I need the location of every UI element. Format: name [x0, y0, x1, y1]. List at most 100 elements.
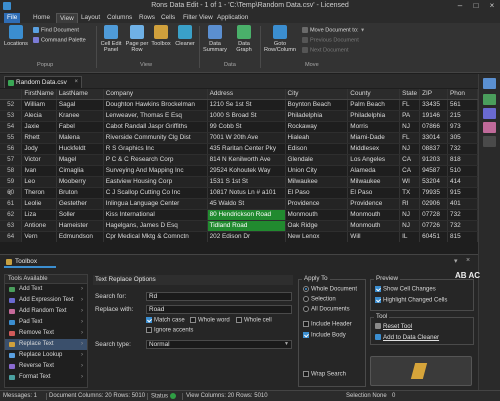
table-cell[interactable]: Surveying And Mapping Inc: [103, 165, 208, 178]
table-cell[interactable]: William: [21, 99, 57, 112]
table-row[interactable]: 61 Leolie Gestether Inlingua Language Cente…: [0, 198, 478, 211]
table-cell[interactable]: Mooberry: [56, 176, 104, 189]
cell-edit-icon[interactable]: [483, 94, 496, 105]
table-cell[interactable]: Rhett: [21, 132, 57, 145]
table-cell[interactable]: 732: [447, 220, 478, 233]
tool-item[interactable]: Pad Text ›: [5, 317, 87, 328]
table-row[interactable]: 64 Vern Edmundson Cpr Medical Mktg & Comnct…: [0, 231, 478, 242]
scroll-left-icon[interactable]: ‹: [8, 185, 12, 199]
include-body-checkbox[interactable]: Include Body: [303, 332, 346, 339]
menu-columns[interactable]: Columns: [104, 13, 135, 23]
row-number-cell[interactable]: 57: [0, 154, 23, 167]
table-cell[interactable]: 79935: [419, 187, 449, 200]
table-cell[interactable]: Eastview Housing Corp: [103, 176, 208, 189]
table-cell[interactable]: 815: [447, 231, 478, 242]
page-view-icon[interactable]: [483, 108, 496, 119]
column-header[interactable]: Phon: [447, 89, 478, 101]
row-number-cell[interactable]: 64: [0, 231, 23, 242]
table-cell[interactable]: 414: [447, 176, 478, 189]
table-cell[interactable]: El Paso: [347, 187, 401, 200]
column-header[interactable]: LastName: [56, 89, 104, 101]
table-cell[interactable]: NJ: [399, 209, 421, 222]
table-cell[interactable]: 732: [447, 143, 478, 156]
table-cell[interactable]: Lenweaver, Thomas E Esq: [103, 110, 208, 123]
all-documents-radio[interactable]: All Documents: [303, 306, 350, 313]
table-cell[interactable]: 1000 S Broad St: [207, 110, 286, 123]
table-cell[interactable]: 91203: [419, 154, 449, 167]
table-cell[interactable]: 60451: [419, 231, 449, 242]
highlight-changed-cells-checkbox[interactable]: Highlight Changed Cells: [375, 297, 447, 304]
table-cell[interactable]: 08837: [419, 143, 449, 156]
row-number-cell[interactable]: 56: [0, 143, 23, 156]
data-grid[interactable]: FirstName LastName Company Address City Count…: [0, 89, 478, 242]
table-row[interactable]: 57 Victor Magel P C & C Research Corp 814 N …: [0, 154, 478, 167]
table-cell[interactable]: Theron: [21, 187, 57, 200]
search-for-input[interactable]: Rd: [146, 292, 292, 301]
tool-item[interactable]: Format Text ›: [5, 372, 87, 383]
move-document-to-dropdown[interactable]: Move Document to: ▼: [302, 27, 365, 33]
table-row[interactable]: 52 William Sagal Doughton Hawkins Brockelma…: [0, 99, 478, 112]
add-to-data-cleaner-link[interactable]: Add to Data Cleaner: [375, 334, 439, 341]
table-cell[interactable]: Miami-Dade: [347, 132, 401, 145]
whole-document-radio[interactable]: Whole Document: [303, 286, 357, 293]
data-summary-button[interactable]: Data Summary: [201, 25, 229, 53]
table-cell[interactable]: 53204: [419, 176, 449, 189]
next-document-button[interactable]: Next Document: [302, 47, 349, 53]
table-cell[interactable]: Palm Beach: [347, 99, 401, 112]
table-cell[interactable]: Hameister: [56, 220, 104, 233]
table-row[interactable]: 59 Leo Mooberry Eastview Housing Corp 1531 S…: [0, 176, 478, 189]
replace-with-input[interactable]: Road: [146, 305, 292, 314]
column-header[interactable]: FirstName: [21, 89, 57, 101]
table-cell[interactable]: Cabot Randall Jaspr Griffiths: [103, 121, 208, 134]
table-cell[interactable]: Inlingua Language Center: [103, 198, 208, 211]
toolbox-button[interactable]: Toolbox: [149, 25, 173, 47]
column-header[interactable]: State: [399, 89, 421, 101]
close-icon[interactable]: ×: [484, 0, 500, 12]
column-header[interactable]: County: [347, 89, 401, 101]
table-cell[interactable]: Vern: [21, 231, 57, 242]
table-cell[interactable]: Doughton Hawkins Brockelman: [103, 99, 208, 112]
document-panel-icon[interactable]: [483, 78, 496, 89]
table-cell[interactable]: 215: [447, 110, 478, 123]
table-cell[interactable]: 202 Edison Dr: [207, 231, 286, 242]
close-toolbox-icon[interactable]: ×: [466, 257, 470, 264]
table-cell[interactable]: 10817 Notus Ln # a101: [207, 187, 286, 200]
row-number-cell[interactable]: 55: [0, 132, 23, 145]
table-cell[interactable]: El Paso: [285, 187, 349, 200]
table-cell[interactable]: 94587: [419, 165, 449, 178]
table-cell[interactable]: 29524 Kohoutek Way: [207, 165, 286, 178]
table-cell[interactable]: Kranee: [56, 110, 104, 123]
selection-radio[interactable]: Selection: [303, 296, 336, 303]
row-number-cell[interactable]: 62: [0, 209, 23, 222]
table-cell[interactable]: 973: [447, 121, 478, 134]
menu-file[interactable]: File: [4, 13, 21, 23]
locations-button[interactable]: Locations: [2, 25, 30, 47]
table-cell[interactable]: Oak Ridge: [285, 220, 349, 233]
menu-layout[interactable]: Layout: [78, 13, 103, 23]
table-cell[interactable]: 33014: [419, 132, 449, 145]
table-cell[interactable]: Los Angeles: [347, 154, 401, 167]
tool-item[interactable]: Add Text ›: [5, 284, 87, 295]
table-cell[interactable]: 1531 S 1st St: [207, 176, 286, 189]
table-cell[interactable]: Cpr Medical Mktg & Comnctn: [103, 231, 208, 242]
table-cell[interactable]: 435 Raritan Center Pky: [207, 143, 286, 156]
match-case-checkbox[interactable]: Match case: [146, 317, 185, 324]
table-cell[interactable]: IL: [399, 231, 421, 242]
reset-tool-link[interactable]: Reset Tool: [375, 323, 412, 330]
menu-view[interactable]: View: [56, 13, 78, 23]
close-tab-icon[interactable]: ×: [74, 77, 78, 88]
menu-application[interactable]: Application: [214, 13, 251, 23]
table-cell[interactable]: 80 Hendrickson Road: [207, 209, 286, 222]
table-cell[interactable]: Edison: [285, 143, 349, 156]
table-cell[interactable]: 818: [447, 154, 478, 167]
table-cell[interactable]: NJ: [399, 121, 421, 134]
cleaner-button[interactable]: Cleaner: [173, 25, 197, 47]
table-row[interactable]: 56 Jody Huckfeldt R S Graphics Inc 435 Rarit…: [0, 143, 478, 156]
table-cell[interactable]: Magel: [56, 154, 104, 167]
table-cell[interactable]: Hialeah: [285, 132, 349, 145]
table-cell[interactable]: Monmouth: [347, 209, 401, 222]
table-cell[interactable]: Providence: [285, 198, 349, 211]
table-row[interactable]: 53 Alecia Kranee Lenweaver, Thomas E Esq 100…: [0, 110, 478, 123]
table-cell[interactable]: Rockaway: [285, 121, 349, 134]
table-cell[interactable]: Tidland Road: [207, 220, 286, 233]
